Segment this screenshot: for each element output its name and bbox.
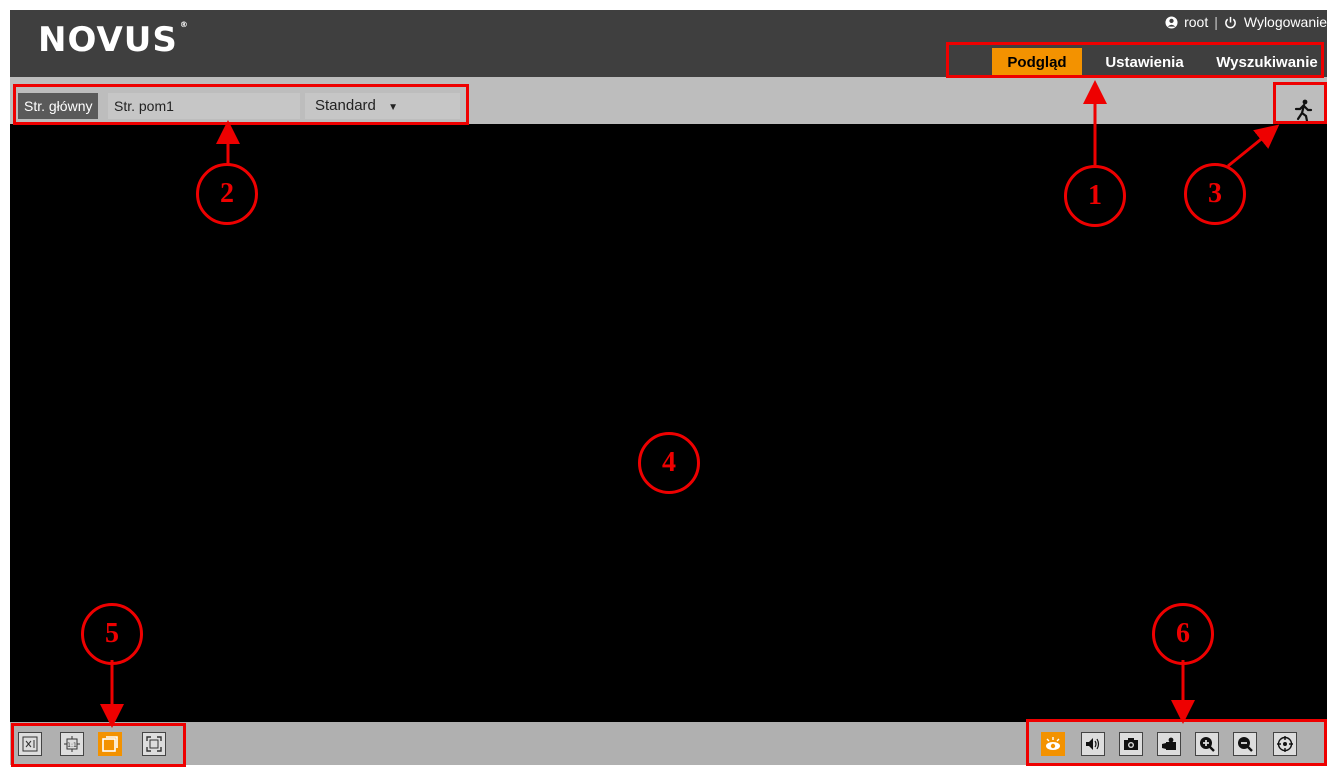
annotation-circle-1: 1 [1064, 165, 1126, 227]
annotation-circle-6: 6 [1152, 603, 1214, 665]
annotation-circle-5: 5 [81, 603, 143, 665]
annotation-circle-3: 3 [1184, 163, 1246, 225]
novus-logo: NOVUS ® [38, 20, 189, 60]
annotation-box-right-controls [1026, 719, 1327, 766]
annotation-box-left-controls [11, 723, 186, 767]
annotation-box-motion [1273, 82, 1327, 124]
logout-link[interactable]: Wylogowanie [1244, 14, 1327, 30]
user-bar: root | Wylogowanie [1164, 14, 1327, 30]
annotation-box-tabs [946, 42, 1324, 78]
power-icon[interactable] [1224, 15, 1238, 29]
user-icon [1164, 15, 1178, 29]
username: root [1184, 14, 1209, 30]
annotation-circle-4: 4 [638, 432, 700, 494]
annotation-box-stream [13, 84, 469, 125]
separator: | [1214, 14, 1218, 30]
annotation-circle-2: 2 [196, 163, 258, 225]
